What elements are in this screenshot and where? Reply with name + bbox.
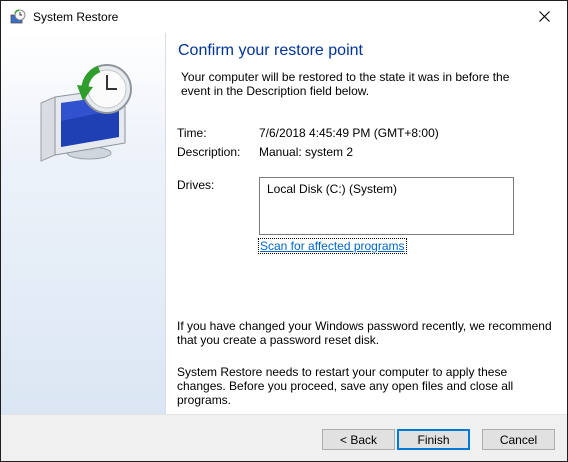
title-bar: System Restore [1, 1, 567, 33]
system-restore-icon [10, 9, 26, 25]
scan-affected-programs-link[interactable]: Scan for affected programs [258, 238, 407, 254]
restart-note: System Restore needs to restart your com… [177, 365, 514, 407]
time-label: Time: [177, 126, 207, 140]
system-restore-window: System Restore Confirm your restore poin… [0, 0, 568, 462]
back-button[interactable]: < Back [322, 429, 395, 450]
content-area: Confirm your restore point Your computer… [166, 33, 567, 414]
window-title: System Restore [33, 10, 119, 24]
description-value: Manual: system 2 [259, 145, 354, 159]
description-label: Description: [177, 145, 241, 159]
side-panel [1, 33, 166, 414]
drives-label: Drives: [177, 178, 215, 192]
close-icon [539, 11, 550, 22]
button-bar: < Back Finish Cancel [1, 414, 567, 461]
page-title: Confirm your restore point [178, 42, 363, 59]
finish-button[interactable]: Finish [397, 429, 470, 450]
time-value: 7/6/2018 4:45:49 PM (GMT+8:00) [259, 126, 439, 140]
system-restore-clock-monitor-icon [29, 63, 139, 166]
close-button[interactable] [523, 1, 567, 33]
intro-text: Your computer will be restored to the st… [181, 70, 510, 98]
drives-list[interactable]: Local Disk (C:) (System) [259, 177, 514, 235]
cancel-button[interactable]: Cancel [482, 429, 555, 450]
list-item[interactable]: Local Disk (C:) (System) [267, 182, 397, 196]
password-note: If you have changed your Windows passwor… [177, 319, 552, 347]
